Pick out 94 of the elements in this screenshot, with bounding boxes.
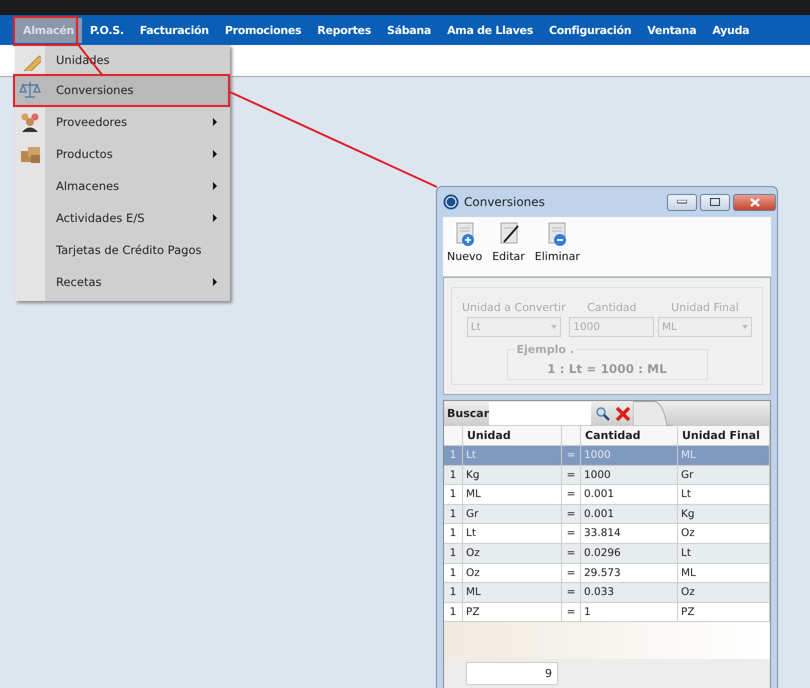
clear-icon — [615, 406, 631, 422]
menu-item[interactable]: Configuración — [540, 18, 640, 42]
table-cell: PZ — [678, 602, 770, 622]
table-cell: 1 — [444, 446, 463, 465]
menu-item[interactable]: Ayuda — [704, 18, 758, 42]
menu-item[interactable]: Proveedores — [15, 106, 230, 138]
menu-item[interactable]: Reportes — [309, 18, 379, 42]
search-label: Buscar — [447, 407, 489, 420]
table-cell: 33.814 — [581, 524, 678, 543]
table-cell: 1 — [581, 602, 678, 622]
table-row[interactable]: 1 Oz = 0.0296 Lt — [444, 544, 770, 564]
menu-item[interactable]: Productos — [15, 138, 230, 170]
menu-item[interactable]: Tarjetas de Crédito Pagos — [15, 234, 230, 266]
table-cell: Oz — [463, 544, 562, 563]
maximize-icon — [710, 198, 720, 206]
table-cell: Oz — [678, 524, 770, 543]
menu-item[interactable]: Ventana — [639, 18, 704, 42]
table-cell: = — [562, 504, 581, 524]
toolbar-button[interactable]: Nuevo — [447, 222, 482, 276]
menu-item[interactable]: Conversiones — [15, 74, 230, 106]
table-cell: ML — [678, 446, 770, 465]
table-cell: ML — [463, 485, 562, 504]
table-cell: 0.001 — [581, 504, 678, 524]
table-cell: Gr — [463, 504, 562, 524]
table-cell: = — [562, 583, 581, 602]
tab-edge-icon — [633, 401, 673, 426]
menu-item[interactable]: Ama de Llaves — [439, 18, 541, 42]
table-cell: = — [562, 524, 581, 543]
example-title: Ejemplo . — [514, 343, 577, 356]
table-cell: 1000 — [581, 466, 678, 484]
table-cell: = — [562, 602, 581, 622]
table-cell: 1000 — [581, 446, 678, 465]
table-cell: 1 — [444, 485, 463, 504]
menu-item[interactable]: Almacenes — [15, 170, 230, 202]
table-cell: = — [562, 446, 581, 465]
table-cell: Lt — [678, 544, 770, 563]
table-cell: 1 — [444, 564, 463, 582]
column-header: Unidad Final — [678, 426, 770, 445]
menu-item[interactable]: Sábana — [378, 18, 440, 42]
people-icon — [19, 111, 41, 133]
record-count: 9 — [466, 662, 558, 686]
table-cell: Lt — [678, 485, 770, 504]
table-cell: Lt — [463, 446, 562, 465]
menu-item[interactable]: Promociones — [216, 18, 310, 42]
table-cell: PZ — [463, 602, 562, 622]
menu-item[interactable]: P.O.S. — [82, 18, 132, 42]
table-cell: ML — [463, 583, 562, 602]
minus-document-icon — [546, 222, 568, 247]
plus-document-icon — [454, 222, 476, 247]
menu-item[interactable]: Facturación — [132, 18, 217, 42]
table-cell: 1 — [444, 583, 463, 602]
table-cell: Gr — [678, 466, 770, 484]
table-cell: = — [562, 466, 581, 484]
table-cell: Lt — [463, 524, 562, 543]
table-cell: 1 — [444, 544, 463, 563]
table-cell: Oz — [678, 583, 770, 602]
table-cell: 0.033 — [581, 583, 678, 602]
toolbar-button[interactable]: Editar — [492, 222, 525, 276]
minimize-button[interactable] — [667, 194, 697, 210]
field-label: Unidad a Convertir — [462, 301, 566, 314]
field-label: Cantidad — [587, 301, 637, 314]
table-cell: 29.573 — [581, 564, 678, 582]
column-header: Cantidad — [581, 426, 678, 445]
table-cell: Kg — [463, 466, 562, 484]
app-logo-icon — [443, 194, 459, 210]
highlight-frame — [13, 16, 78, 46]
example-text: 1 : Lt = 1000 : ML — [547, 362, 667, 376]
table-cell: = — [562, 485, 581, 504]
maximize-button[interactable] — [700, 194, 730, 210]
menu-item[interactable]: Actividades E/S — [15, 202, 230, 234]
table-cell: 1 — [444, 466, 463, 484]
window-title: Conversiones — [464, 195, 546, 209]
table-cell: = — [562, 564, 581, 582]
table-row[interactable]: 1 Gr = 0.001 Kg — [444, 504, 770, 524]
field-label: Unidad Final — [671, 301, 739, 314]
table-cell: 1 — [444, 602, 463, 622]
table-cell: 1 — [444, 524, 463, 543]
search-icon — [595, 406, 611, 422]
table-cell: Kg — [678, 504, 770, 524]
table-cell: = — [562, 544, 581, 563]
menu-item[interactable]: Recetas — [15, 266, 230, 298]
table-cell: ML — [678, 564, 770, 582]
close-button[interactable] — [733, 194, 776, 210]
toolbar-button[interactable]: Eliminar — [534, 222, 580, 276]
table-row[interactable]: 1 ML = 0.033 Oz — [444, 583, 770, 603]
table-row[interactable]: 1 Kg = 1000 Gr — [444, 466, 770, 486]
table-cell: 1 — [444, 504, 463, 524]
column-header: Unidad — [463, 426, 562, 445]
table-cell: Oz — [463, 564, 562, 582]
table-cell: 0.001 — [581, 485, 678, 504]
minimize-icon — [677, 200, 687, 204]
search-field[interactable] — [489, 402, 591, 425]
close-icon — [750, 198, 760, 206]
table-cell: 0.0296 — [581, 544, 678, 563]
